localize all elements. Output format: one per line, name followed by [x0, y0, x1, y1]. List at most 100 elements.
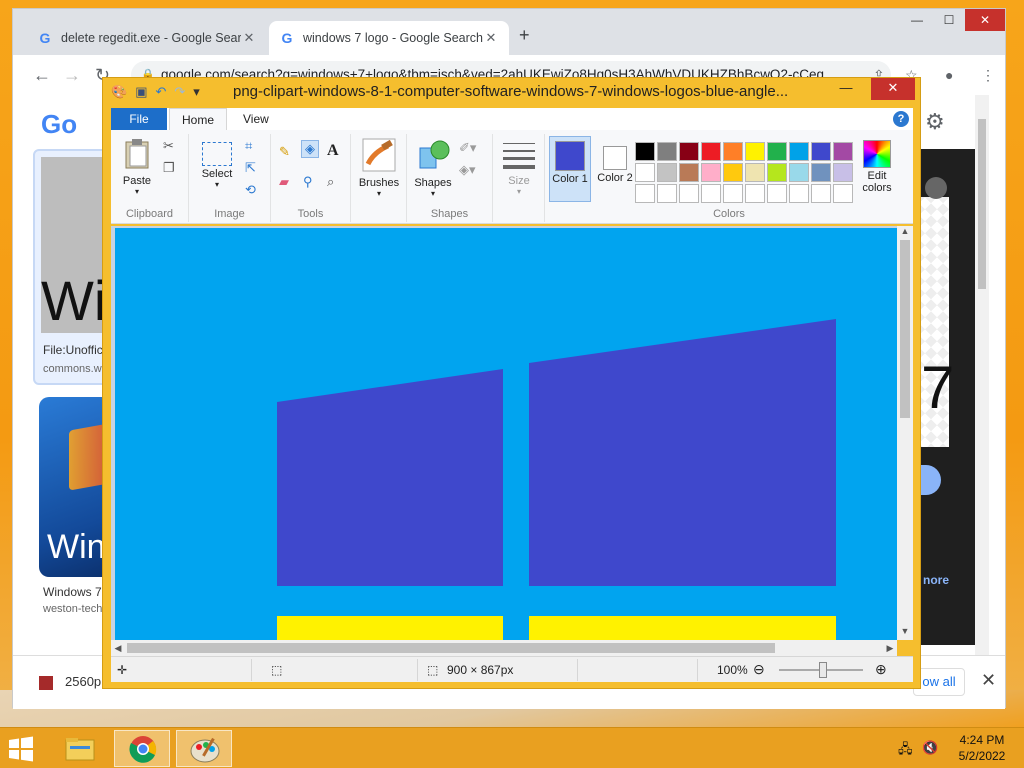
zoom-out-icon[interactable]: ⊖	[753, 661, 765, 678]
taskbar-chrome[interactable]	[114, 730, 170, 767]
crop-icon[interactable]: ⌗	[245, 138, 252, 154]
rotate-icon[interactable]: ⟲	[245, 182, 256, 198]
palette-swatch[interactable]	[657, 184, 677, 203]
palette-swatch[interactable]	[833, 163, 853, 182]
system-clock[interactable]: 4:24 PM 5/2/2022	[950, 732, 1014, 764]
paint-close-button[interactable]: ✕	[871, 78, 915, 100]
pencil-icon[interactable]: ✎	[279, 144, 290, 160]
paint-app-icon[interactable]: 🎨	[111, 84, 127, 100]
palette-swatch[interactable]	[657, 163, 677, 182]
edit-colors-button[interactable]: Edit colors	[857, 140, 897, 194]
palette-swatch[interactable]	[767, 184, 787, 203]
palette-swatch[interactable]	[635, 163, 655, 182]
close-button[interactable]: ✕	[965, 9, 1005, 31]
resize-icon[interactable]: ⇱	[245, 160, 256, 176]
palette-swatch[interactable]	[657, 142, 677, 161]
text-tool-icon[interactable]: A	[327, 142, 339, 160]
more-link[interactable]: nore	[923, 573, 949, 587]
zoom-level: 100%	[717, 663, 748, 677]
google-favicon-icon: G	[39, 30, 51, 46]
palette-swatch[interactable]	[767, 163, 787, 182]
paint-minimize-button[interactable]: —	[833, 78, 859, 100]
copy-icon[interactable]: ❐	[163, 160, 175, 176]
minimize-button[interactable]: —	[901, 9, 933, 31]
outline-icon[interactable]: ✐▾	[459, 140, 476, 156]
zoom-in-icon[interactable]: ⊕	[875, 661, 887, 678]
color1-button[interactable]: Color 1	[549, 136, 591, 202]
view-tab[interactable]: View	[231, 108, 281, 130]
palette-swatch[interactable]	[701, 142, 721, 161]
cut-icon[interactable]: ✂	[163, 138, 174, 154]
undo-icon[interactable]: ↶	[155, 84, 166, 100]
color-picker-icon[interactable]: ⚲	[303, 174, 313, 190]
palette-swatch[interactable]	[811, 163, 831, 182]
palette-swatch[interactable]	[679, 184, 699, 203]
menu-dots-icon[interactable]: ⋮	[981, 67, 995, 84]
download-item[interactable]: 2560p	[39, 674, 101, 690]
palette-swatch[interactable]	[745, 184, 765, 203]
page-scrollbar[interactable]	[975, 95, 989, 655]
size-button[interactable]: Size ▾	[499, 140, 539, 196]
palette-swatch[interactable]	[767, 142, 787, 161]
fill-bucket-icon[interactable]: ◈	[301, 140, 319, 158]
palette-swatch[interactable]	[745, 163, 765, 182]
new-tab-button[interactable]: +	[519, 25, 530, 46]
magnifier-icon[interactable]: ⌕	[327, 174, 334, 190]
start-windows-icon[interactable]	[8, 736, 34, 762]
download-bar-close-icon[interactable]: ✕	[981, 670, 996, 691]
tab-close-icon[interactable]: ✕	[483, 30, 499, 46]
settings-gear-icon[interactable]: ⚙	[925, 109, 945, 135]
profile-avatar-icon[interactable]: ●	[945, 67, 953, 83]
zoom-slider-handle[interactable]	[819, 662, 827, 678]
redo-icon[interactable]: ↷	[174, 84, 185, 100]
palette-swatch[interactable]	[701, 184, 721, 203]
palette-swatch[interactable]	[701, 163, 721, 182]
color2-button[interactable]: Color 2	[595, 140, 635, 184]
scroll-down-icon: ▼	[900, 626, 910, 636]
palette-swatch[interactable]	[723, 142, 743, 161]
tab-delete-regedit[interactable]: G delete regedit.exe - Google Search ✕	[27, 21, 267, 55]
palette-swatch[interactable]	[833, 142, 853, 161]
shapes-button[interactable]: Shapes ▾	[413, 138, 453, 198]
file-tab[interactable]: File	[111, 108, 167, 130]
shapes-group: Shapes ▾ ✐▾ ◈▾ Shapes	[407, 134, 493, 222]
back-icon[interactable]: ←	[33, 65, 51, 86]
palette-swatch[interactable]	[635, 184, 655, 203]
brushes-button[interactable]: Brushes ▾	[355, 138, 403, 198]
preview-nav-icon[interactable]	[925, 177, 947, 199]
taskbar-paint[interactable]	[176, 730, 232, 767]
canvas-horizontal-scrollbar[interactable]: ◀ ▶	[111, 640, 897, 656]
help-icon[interactable]: ?	[893, 111, 909, 127]
palette-swatch[interactable]	[811, 142, 831, 161]
save-icon[interactable]: ▣	[135, 84, 147, 100]
palette-swatch[interactable]	[811, 184, 831, 203]
eraser-icon[interactable]: ▰	[279, 174, 289, 190]
network-icon[interactable]: 🖧	[898, 740, 913, 762]
google-logo[interactable]: Go	[41, 109, 77, 140]
volume-muted-icon[interactable]: 🔇	[922, 740, 938, 756]
home-tab[interactable]: Home	[169, 108, 228, 130]
palette-swatch[interactable]	[833, 184, 853, 203]
paint-title-bar[interactable]: 🎨 ▣ ↶ ↷ ▾ png-clipart-windows-8-1-comput…	[103, 78, 920, 106]
taskbar-file-explorer[interactable]	[52, 730, 108, 767]
select-button[interactable]: Select ▾	[197, 142, 237, 189]
palette-swatch[interactable]	[679, 163, 699, 182]
palette-swatch[interactable]	[723, 184, 743, 203]
palette-swatch[interactable]	[789, 163, 809, 182]
palette-swatch[interactable]	[789, 184, 809, 203]
tab-windows-7-logo[interactable]: G windows 7 logo - Google Search ✕	[269, 21, 509, 55]
palette-swatch[interactable]	[679, 142, 699, 161]
palette-swatch[interactable]	[635, 142, 655, 161]
customize-toolbar-icon[interactable]: ▾	[193, 84, 200, 100]
palette-swatch[interactable]	[789, 142, 809, 161]
paste-button[interactable]: Paste ▾	[117, 138, 157, 196]
visit-icon[interactable]	[919, 465, 941, 495]
maximize-button[interactable]: ☐	[933, 9, 965, 31]
forward-icon[interactable]: →	[63, 65, 81, 86]
tab-close-icon[interactable]: ✕	[241, 30, 257, 46]
drawing-canvas[interactable]	[115, 228, 897, 640]
canvas-vertical-scrollbar[interactable]: ▲ ▼	[897, 226, 913, 640]
fill-icon[interactable]: ◈▾	[459, 162, 476, 178]
palette-swatch[interactable]	[745, 142, 765, 161]
palette-swatch[interactable]	[723, 163, 743, 182]
